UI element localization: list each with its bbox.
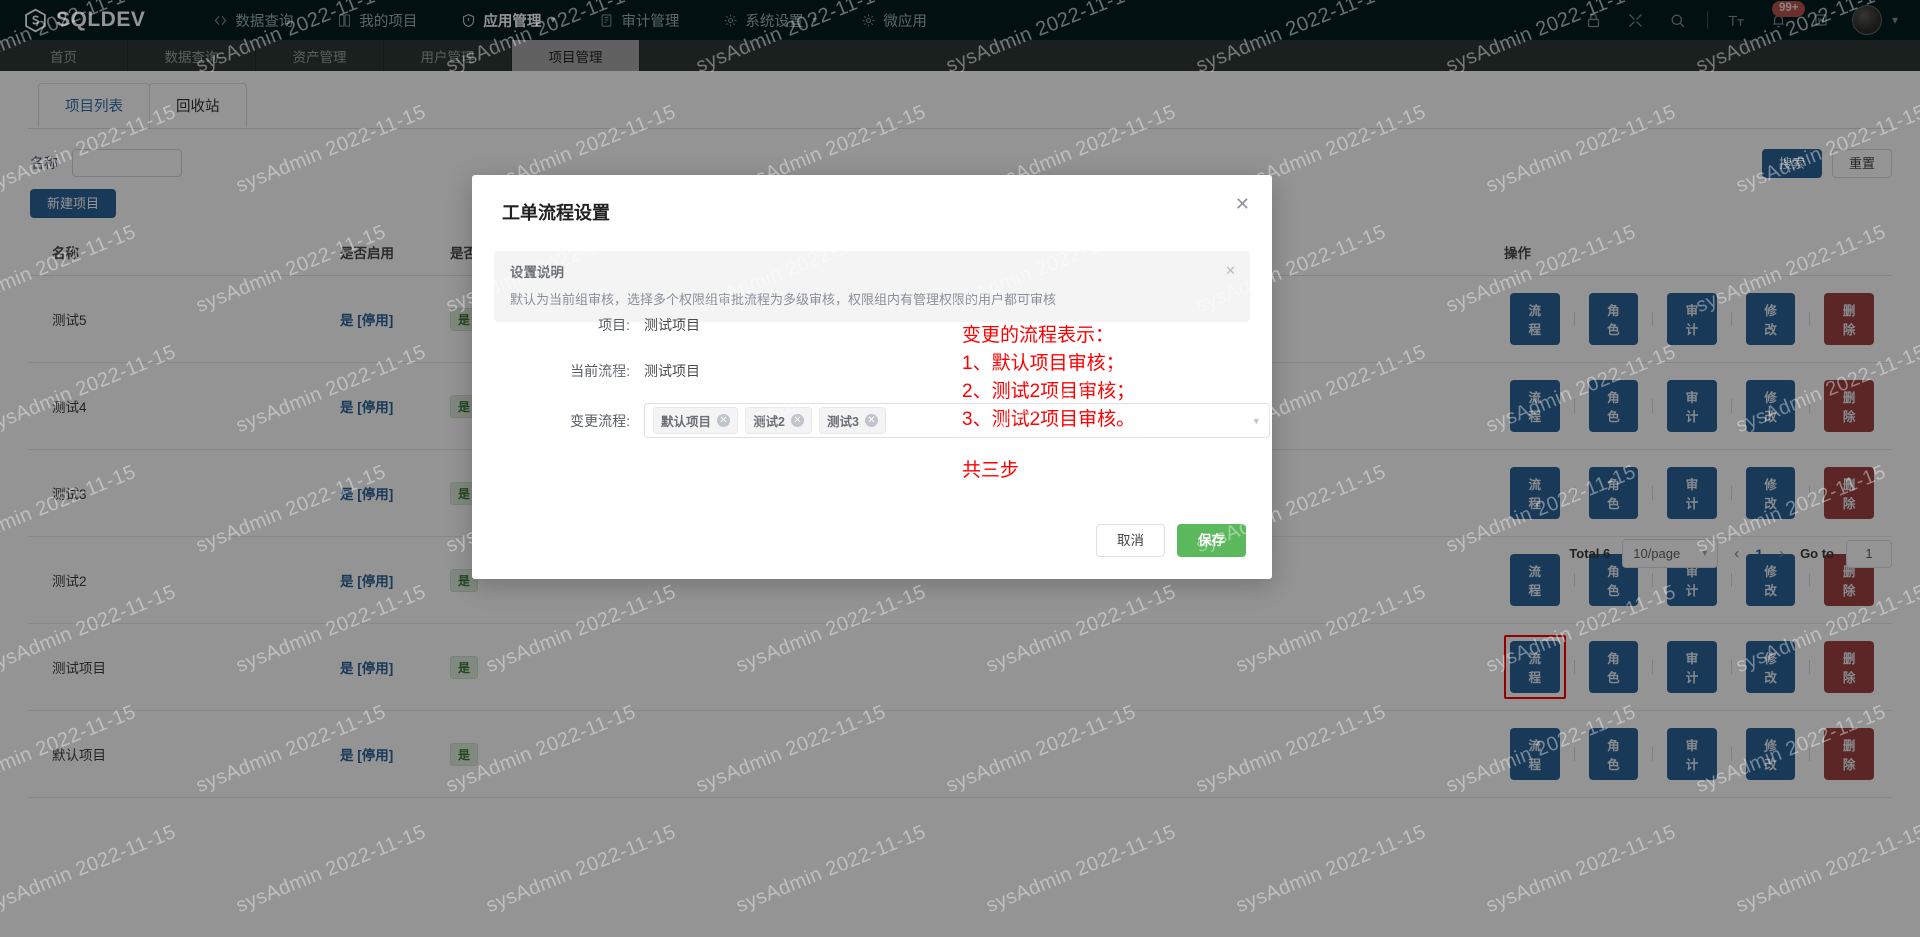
cancel-button[interactable]: 取消 xyxy=(1096,523,1165,557)
project-value: 测试项目 xyxy=(644,317,700,333)
dialog-footer: 取消 保存 xyxy=(1096,523,1246,557)
remove-tag-icon[interactable]: ✕ xyxy=(864,414,878,427)
workflow-settings-dialog: 工单流程设置 ✕ 设置说明 默认为当前组审核，选择多个权限组审批流程为多级审核，… xyxy=(472,175,1272,579)
selected-tags: 默认项目 ✕ 测试2 ✕ 测试3 ✕ xyxy=(653,407,893,434)
annotation-line: 1、默认项目审核； xyxy=(962,353,1125,374)
info-alert: 设置说明 默认为当前组审核，选择多个权限组审批流程为多级审核，权限组内有管理权限… xyxy=(494,251,1250,322)
dialog-title: 工单流程设置 xyxy=(502,203,610,223)
current-flow-label: 当前流程: xyxy=(570,363,630,379)
annotation-line: 2、测试2项目审核； xyxy=(962,381,1136,402)
annotation-subtext: 共三步 xyxy=(962,460,1020,481)
selected-tag: 默认项目 ✕ xyxy=(653,407,739,434)
change-flow-multiselect[interactable]: 默认项目 ✕ 测试2 ✕ 测试3 ✕ ▾ xyxy=(644,403,1270,438)
form-row-change-flow: 变更流程: 默认项目 ✕ 测试2 ✕ 测试3 ✕ ▾ xyxy=(472,403,1272,438)
remove-tag-icon[interactable]: ✕ xyxy=(717,414,731,427)
annotation-line: 3、测试2项目审核。 xyxy=(962,409,1136,430)
selected-tag: 测试2 ✕ xyxy=(745,407,812,434)
alert-description: 默认为当前组审核，选择多个权限组审批流程为多级审核，权限组内有管理权限的用户都可… xyxy=(510,292,1057,307)
chevron-down-icon: ▾ xyxy=(1253,415,1259,427)
tag-label: 测试2 xyxy=(753,415,785,429)
annotation-text: 变更的流程表示： 1、默认项目审核； 2、测试2项目审核； 3、测试2项目审核。 xyxy=(962,322,1135,434)
selected-tag: 测试3 ✕ xyxy=(818,407,886,434)
alert-title: 设置说明 xyxy=(510,265,564,280)
form-row-current-flow: 当前流程: 测试项目 xyxy=(472,361,1272,381)
save-button[interactable]: 保存 xyxy=(1177,523,1246,557)
current-flow-value: 测试项目 xyxy=(644,363,700,379)
close-icon[interactable]: ✕ xyxy=(1235,195,1250,213)
close-icon[interactable]: ✕ xyxy=(1225,263,1236,279)
tag-label: 测试3 xyxy=(826,415,859,429)
tag-label: 默认项目 xyxy=(661,415,712,429)
form-row-project: 项目: 测试项目 xyxy=(472,315,1272,335)
annotation-line: 变更的流程表示： xyxy=(962,325,1115,346)
project-label: 项目: xyxy=(598,317,630,333)
remove-tag-icon[interactable]: ✕ xyxy=(790,414,804,427)
change-flow-label: 变更流程: xyxy=(570,412,630,429)
